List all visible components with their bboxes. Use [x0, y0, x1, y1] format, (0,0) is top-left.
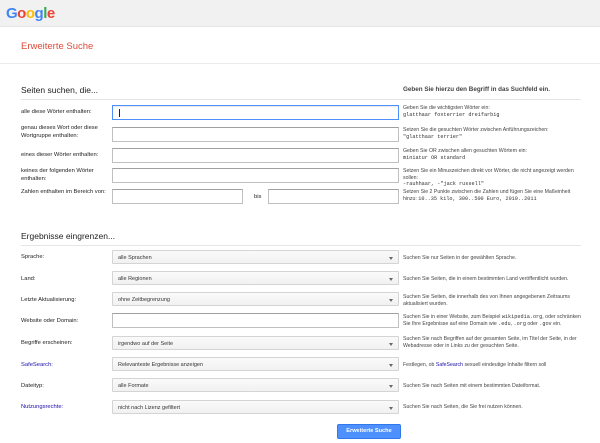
file-type-help: Suchen Sie nach Seiten mit einem bestimm… — [403, 383, 541, 389]
safesearch-link[interactable]: SafeSearch: — [21, 362, 111, 370]
language-select[interactable]: alle Sprachen — [112, 250, 399, 264]
site-domain-help-text: oder — [525, 320, 540, 327]
last-update-label: Letzte Aktualisierung: — [21, 297, 77, 303]
chevron-down-icon — [389, 406, 393, 410]
terms-appear-label: Begriffe erscheinen: — [21, 340, 73, 346]
site-domain-help-text: Suchen Sie in einer Website, zum Beispie… — [403, 314, 502, 320]
safesearch-help-link[interactable]: SafeSearch — [436, 362, 463, 368]
language-help: Suchen Sie nur Seiten in der gewählten S… — [403, 255, 517, 261]
number-range-separator: bis — [254, 194, 262, 200]
site-domain-help-example-site: wikipedia.org — [501, 314, 543, 320]
narrow-results-divider — [21, 245, 581, 246]
safesearch-help: Festlegen, ob SafeSearch sexuell eindeut… — [403, 362, 583, 369]
chevron-down-icon — [389, 384, 393, 388]
exact-phrase-help-example: "glatthaar terrier" — [403, 133, 463, 140]
page-title: Erweiterte Suche — [21, 41, 94, 52]
none-words-input[interactable] — [112, 168, 399, 183]
usage-rights-select-value: nicht nach Lizenz gefiltert — [118, 404, 181, 411]
terms-appear-select[interactable]: irgendwo auf der Seite — [112, 336, 399, 350]
number-range-label: Zahlen enthalten im Bereich von: — [21, 189, 106, 195]
site-domain-label: Website oder Domain: — [21, 318, 79, 324]
find-pages-heading: Seiten suchen, die... — [21, 85, 99, 95]
logo-letter: o — [17, 5, 26, 22]
usage-rights-help: Suchen Sie nach Seiten, die Sie frei nut… — [403, 404, 523, 410]
logo-letter: o — [25, 5, 35, 22]
text-caret — [119, 109, 120, 117]
none-words-help-text: Setzen Sie ein Minuszeichen direkt vor W… — [403, 168, 574, 181]
any-words-input[interactable] — [112, 148, 399, 163]
safesearch-help-text: Festlegen, ob — [403, 362, 436, 368]
safesearch-help-text: sexuell eindeutige Inhalte filtern soll — [463, 362, 547, 368]
site-domain-help-example-org: .org — [513, 320, 526, 327]
last-update-select[interactable]: ohne Zeitbegrenzung — [112, 292, 399, 306]
site-domain-help-example-gov: .gov — [539, 320, 552, 327]
safesearch-select[interactable]: Relevanteste Ergebnisse anzeigen — [112, 357, 399, 371]
title-divider — [0, 63, 600, 64]
google-logo[interactable]: Google — [6, 5, 55, 22]
exact-phrase-label: genau dieses Wort oder diese Wortgruppe … — [21, 125, 98, 139]
safesearch-select-value: Relevanteste Ergebnisse anzeigen — [118, 361, 204, 368]
all-words-help-example: glatthaar foxterrier dreifarbig — [403, 111, 500, 118]
site-domain-help-text: ein. — [551, 320, 562, 327]
file-type-label: Dateityp: — [21, 383, 44, 389]
any-words-help-text: Geben Sie OR zwischen allen gesuchten Wö… — [403, 148, 527, 154]
all-words-label: alle diese Wörter enthalten: — [21, 109, 92, 115]
number-range-help-example: 10..35 kilo, 300..500 Euro, 2010..2011 — [418, 195, 537, 202]
site-domain-help: Suchen Sie in einer Website, zum Beispie… — [403, 314, 583, 327]
all-words-input[interactable] — [112, 105, 399, 120]
chevron-down-icon — [389, 277, 393, 281]
last-update-select-value: ohne Zeitbegrenzung — [118, 296, 170, 303]
number-range-help: Setzen Sie 2 Punkte zwischen die Zahlen … — [403, 189, 583, 202]
last-update-help: Suchen Sie Seiten, die innerhalb des von… — [403, 294, 570, 307]
chevron-down-icon — [389, 342, 393, 346]
number-range-to-input[interactable] — [268, 189, 399, 204]
advanced-search-button[interactable]: Erweiterte Suche — [337, 424, 401, 439]
find-pages-divider — [21, 99, 581, 100]
exact-phrase-help: Setzen Sie die gesuchten Wörter zwischen… — [403, 127, 583, 140]
terms-appear-select-value: irgendwo auf der Seite — [118, 340, 174, 347]
narrow-results-heading: Ergebnisse eingrenzen... — [21, 231, 116, 241]
logo-letter: G — [6, 5, 18, 22]
all-words-help: Geben Sie die wichtigsten Wörter ein: gl… — [403, 105, 583, 118]
all-words-help-text: Geben Sie die wichtigsten Wörter ein: — [403, 105, 490, 111]
usage-rights-link[interactable]: Nutzungsrechte: — [21, 404, 111, 412]
site-domain-input[interactable] — [112, 313, 399, 328]
terms-appear-help: Suchen Sie nach Begriffen auf der gesamt… — [403, 336, 577, 349]
exact-phrase-help-text: Setzen Sie die gesuchten Wörter zwischen… — [403, 127, 549, 133]
file-type-select-value: alle Formate — [118, 382, 149, 389]
language-label: Sprache: — [21, 254, 45, 260]
region-select-value: alle Regionen — [118, 275, 152, 282]
chevron-down-icon — [389, 363, 393, 367]
any-words-help: Geben Sie OR zwischen allen gesuchten Wö… — [403, 148, 583, 161]
region-label: Land: — [21, 276, 36, 282]
logo-letter: g — [34, 5, 44, 22]
none-words-label: keines der folgenden Wörter enthalten: — [21, 168, 94, 182]
exact-phrase-input[interactable] — [112, 127, 399, 142]
number-range-from-input[interactable] — [112, 189, 243, 204]
logo-letter: e — [46, 5, 55, 22]
usage-rights-select[interactable]: nicht nach Lizenz gefiltert — [112, 400, 399, 414]
any-words-label: eines dieser Wörter enthalten: — [21, 152, 99, 158]
site-domain-help-example-edu: .edu — [498, 320, 511, 327]
region-help: Suchen Sie Seiten, die in einem bestimmt… — [403, 276, 569, 282]
find-pages-hint: Geben Sie hierzu den Begriff in das Such… — [403, 86, 550, 93]
file-type-select[interactable]: alle Formate — [112, 378, 399, 392]
top-bar: Google — [0, 0, 600, 27]
chevron-down-icon — [389, 298, 393, 302]
none-words-help-example: -rauhhaar, -"jack russell" — [403, 181, 484, 188]
any-words-help-example: miniatur OR standard — [403, 154, 466, 161]
chevron-down-icon — [389, 256, 393, 260]
region-select[interactable]: alle Regionen — [112, 271, 399, 285]
none-words-help: Setzen Sie ein Minuszeichen direkt vor W… — [403, 168, 583, 188]
language-select-value: alle Sprachen — [118, 254, 152, 261]
